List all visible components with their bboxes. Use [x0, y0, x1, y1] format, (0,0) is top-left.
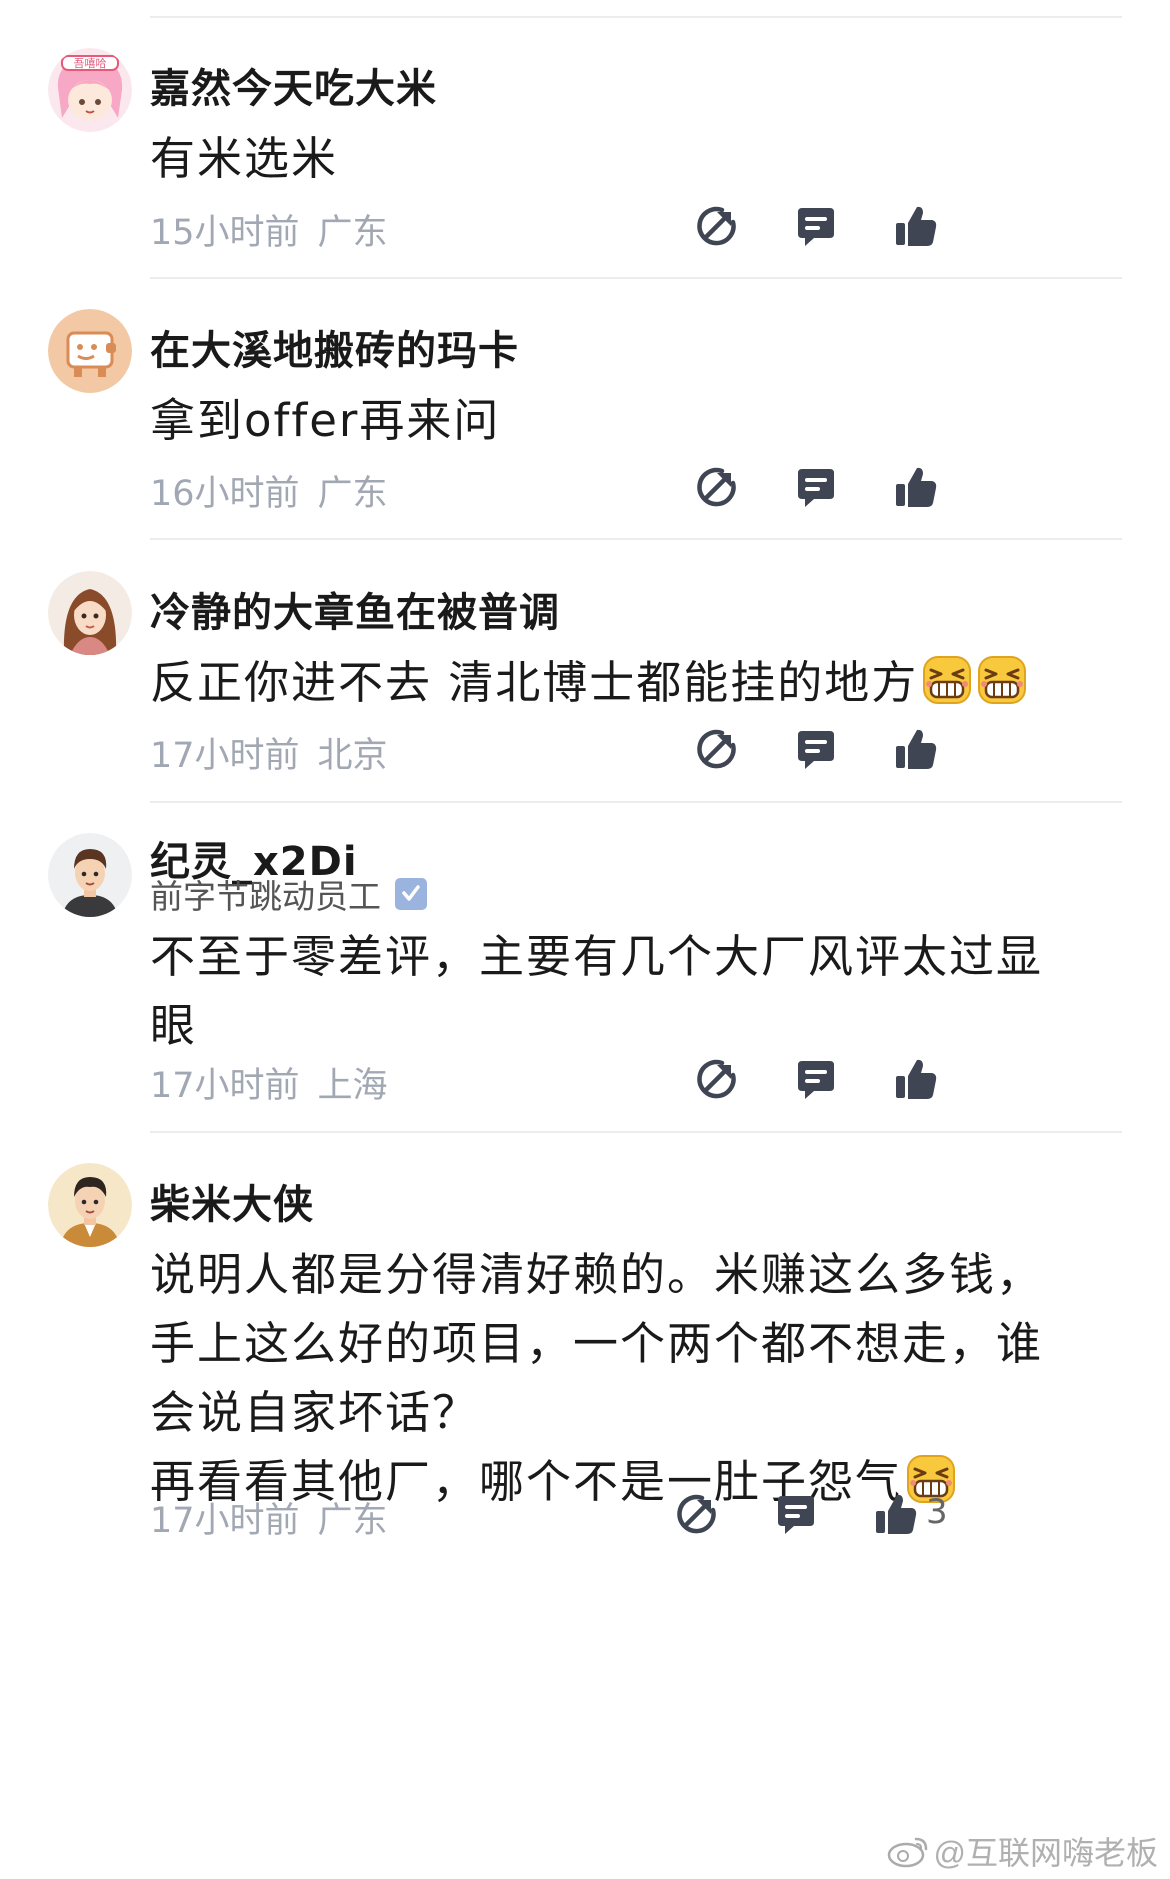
- comment-meta: 17小时前 广东: [150, 1492, 388, 1543]
- reply-icon: [792, 464, 840, 512]
- divider: [150, 1131, 1122, 1133]
- like-button[interactable]: [892, 1056, 940, 1104]
- watermark-text: @互联网嗨老板: [933, 1835, 1159, 1871]
- username[interactable]: 柴米大侠: [150, 1172, 314, 1230]
- location: 广东: [317, 1501, 388, 1541]
- user-title: 前字节跳动员工: [150, 870, 427, 918]
- comment-line: 有米选米: [150, 132, 339, 185]
- location: 北京: [317, 736, 388, 776]
- svg-text:吾嘻哈: 吾嘻哈: [74, 57, 107, 70]
- reply-button[interactable]: [792, 203, 840, 251]
- avatar[interactable]: [48, 309, 132, 393]
- comment-line: 眼: [150, 999, 198, 1052]
- divider: [150, 277, 1122, 279]
- share-button[interactable]: [672, 1491, 720, 1539]
- like-button[interactable]: [872, 1491, 920, 1539]
- timestamp: 15小时前: [150, 213, 300, 253]
- username[interactable]: 嘉然今天吃大米: [150, 56, 437, 114]
- comment-line: 手上这么好的项目，一个两个都不想走，谁: [150, 1317, 1044, 1370]
- share-icon: [692, 464, 740, 512]
- reply-icon: [792, 1056, 840, 1104]
- like-button[interactable]: [892, 203, 940, 251]
- username[interactable]: 在大溪地搬砖的玛卡: [150, 318, 519, 376]
- like-count: 3: [926, 1492, 948, 1532]
- thumbs-up-icon: [892, 1056, 940, 1104]
- user-title-text: 前字节跳动员工: [150, 877, 381, 916]
- comment-meta: 17小时前 北京: [150, 727, 388, 778]
- comment-line: 反正你进不去 清北博士都能挂的地方: [150, 648, 1110, 717]
- comment-line: 说明人都是分得清好赖的。米赚这么多钱，: [150, 1248, 1044, 1301]
- divider: [150, 538, 1122, 540]
- thumbs-up-icon: [892, 726, 940, 774]
- divider: [150, 801, 1122, 803]
- divider: [150, 16, 1122, 18]
- share-icon: [672, 1491, 720, 1539]
- avatar[interactable]: 吾嘻哈: [48, 48, 132, 132]
- comment-line: 不至于零差评，主要有几个大厂风评太过显: [150, 930, 1044, 983]
- comment-text: 拿到offer再来问: [150, 386, 1110, 455]
- comment-meta: 15小时前 广东: [150, 204, 388, 255]
- reply-icon: [792, 203, 840, 251]
- share-button[interactable]: [692, 464, 740, 512]
- reply-button[interactable]: [792, 1056, 840, 1104]
- comment-meta: 16小时前 广东: [150, 465, 388, 516]
- timestamp: 17小时前: [150, 1501, 300, 1541]
- like-button[interactable]: [892, 726, 940, 774]
- weibo-icon: [886, 1833, 930, 1869]
- thumbs-up-icon: [892, 464, 940, 512]
- reply-icon: [792, 726, 840, 774]
- avatar[interactable]: [48, 571, 132, 655]
- comment-line: 拿到offer再来问: [150, 394, 501, 447]
- avatar[interactable]: [48, 833, 132, 917]
- thumbs-up-icon: [892, 203, 940, 251]
- reply-button[interactable]: [792, 464, 840, 512]
- reply-button[interactable]: [792, 726, 840, 774]
- share-icon: [692, 203, 740, 251]
- thumbs-up-icon: [872, 1491, 920, 1539]
- location: 上海: [317, 1066, 388, 1106]
- comment-text: 说明人都是分得清好赖的。米赚这么多钱， 手上这么好的项目，一个两个都不想走，谁 …: [150, 1240, 1110, 1516]
- comment-line: 会说自家坏话？: [150, 1386, 480, 1439]
- timestamp: 17小时前: [150, 1066, 300, 1106]
- location: 广东: [317, 474, 388, 514]
- like-button[interactable]: [892, 464, 940, 512]
- username[interactable]: 冷静的大章鱼在被普调: [150, 580, 560, 638]
- timestamp: 17小时前: [150, 736, 300, 776]
- avatar[interactable]: [48, 1163, 132, 1247]
- share-icon: [692, 726, 740, 774]
- comment-meta: 17小时前 上海: [150, 1057, 388, 1108]
- share-button[interactable]: [692, 726, 740, 774]
- share-icon: [692, 1056, 740, 1104]
- grin-emoji-icon: [921, 654, 973, 706]
- share-button[interactable]: [692, 1056, 740, 1104]
- reply-button[interactable]: [772, 1491, 820, 1539]
- comment-text: 有米选米: [150, 124, 1110, 193]
- grin-emoji-icon: [976, 654, 1028, 706]
- verified-badge-icon: [395, 878, 427, 910]
- watermark: @互联网嗨老板: [886, 1828, 1159, 1874]
- comment-list: 吾嘻哈 嘉然今天吃大米 有米选米 15小时前 广东 在大溪地搬砖的玛卡 拿到of…: [0, 0, 1170, 1879]
- comment-text: 不至于零差评，主要有几个大厂风评太过显 眼: [150, 922, 1110, 1060]
- reply-icon: [772, 1491, 820, 1539]
- comment-text: 反正你进不去 清北博士都能挂的地方: [150, 648, 1110, 717]
- timestamp: 16小时前: [150, 474, 300, 514]
- comment-line-text: 反正你进不去 清北博士都能挂的地方: [150, 656, 919, 709]
- location: 广东: [317, 213, 388, 253]
- share-button[interactable]: [692, 203, 740, 251]
